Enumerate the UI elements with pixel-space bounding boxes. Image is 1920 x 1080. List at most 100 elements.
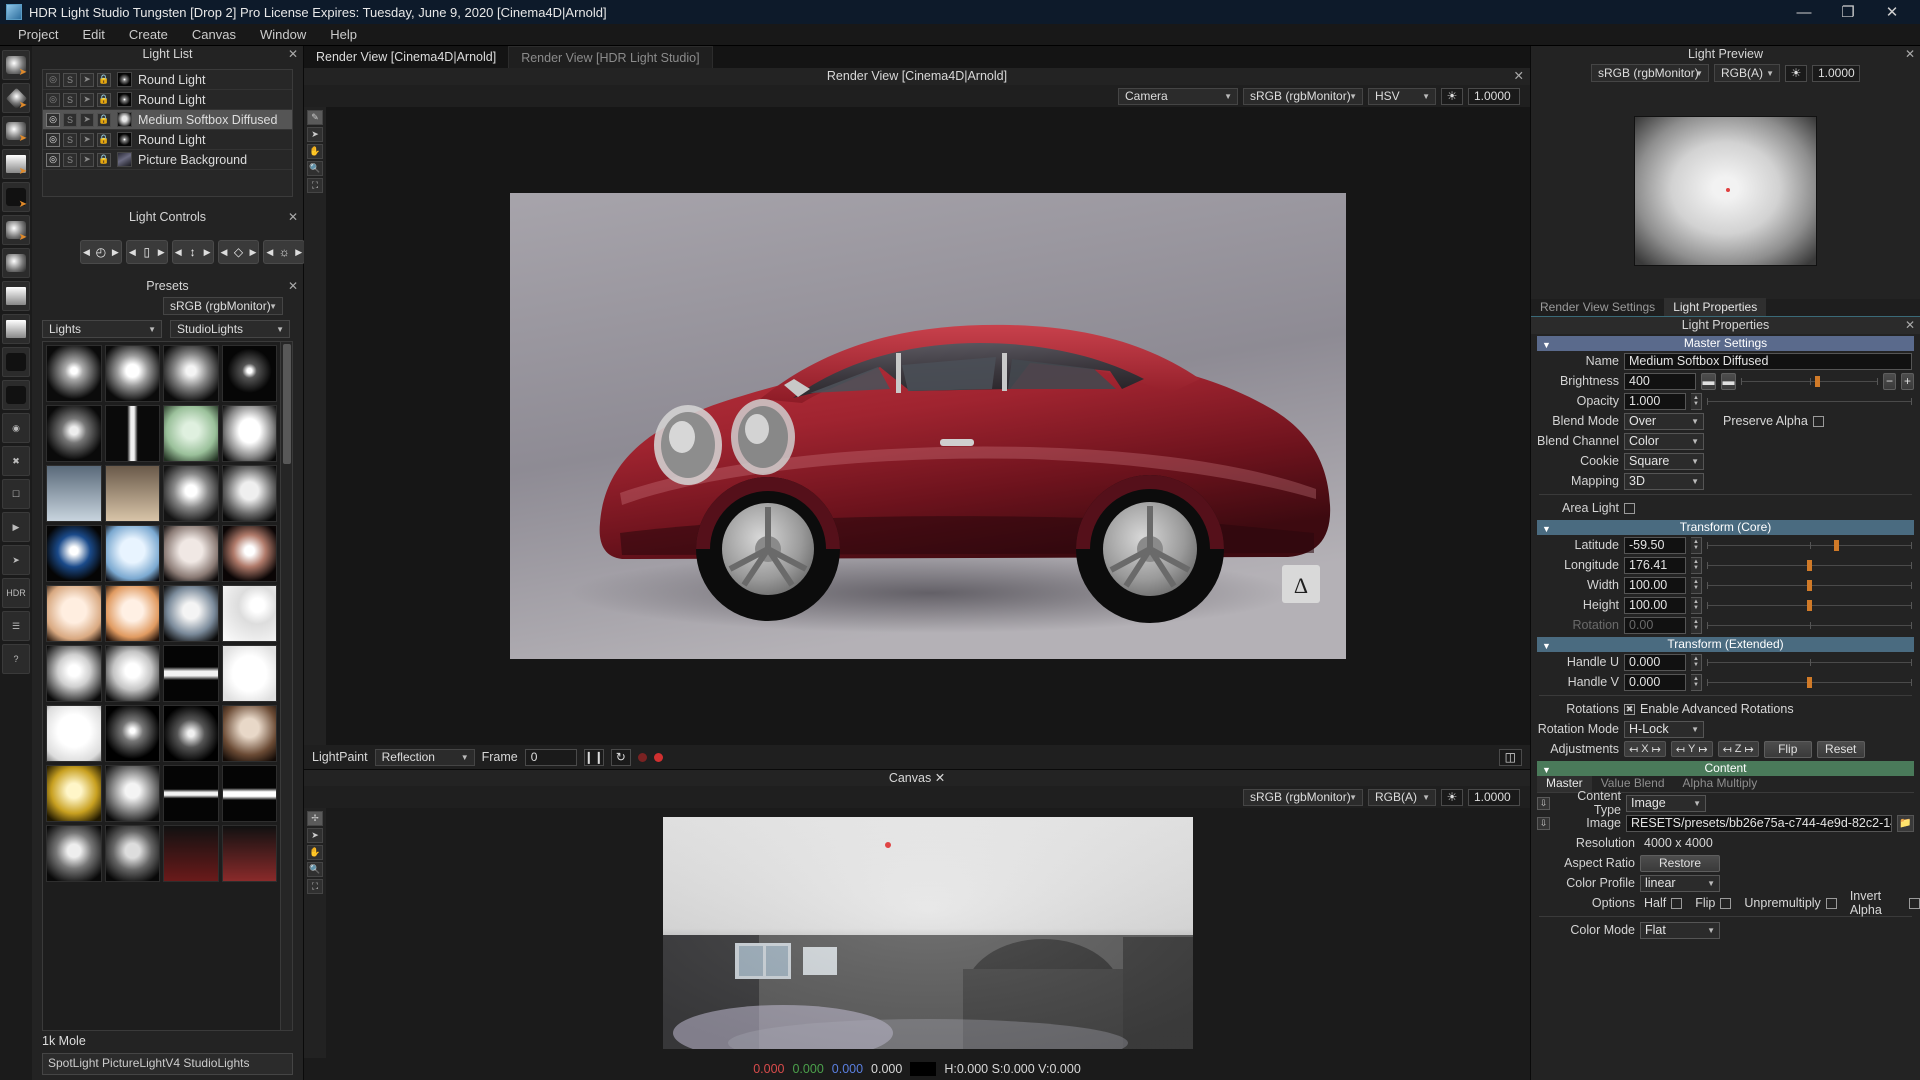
preset-item[interactable] (221, 705, 277, 762)
light-preview-close-icon[interactable]: ✕ (1905, 46, 1915, 63)
preset-item[interactable] (221, 765, 277, 822)
lock-icon[interactable]: 🔒 (97, 92, 111, 107)
longitude-slider[interactable] (1707, 557, 1912, 574)
preset-item[interactable] (163, 585, 219, 642)
lock-icon[interactable]: 🔒 (97, 152, 111, 167)
area-light-checkbox[interactable] (1624, 502, 1635, 514)
preset-item[interactable] (46, 705, 102, 762)
add-round-light-icon[interactable]: ➤ (2, 50, 30, 80)
preset-item[interactable] (221, 825, 277, 882)
menu-item-project[interactable]: Project (6, 24, 70, 46)
preset-item[interactable] (46, 465, 102, 522)
tab-content-alpha-multiply[interactable]: Alpha Multiply (1674, 775, 1767, 792)
restore-button[interactable]: Restore (1640, 854, 1720, 872)
canvas-fit-tool-icon[interactable]: ⛶ (307, 879, 323, 894)
tab-render-view-cinema4d[interactable]: Render View [Cinema4D|Arnold] (304, 46, 508, 68)
canvas-exposure-icon[interactable]: ☀ (1441, 788, 1463, 806)
width-control-button[interactable]: ◀ ▯ ▶ (125, 240, 168, 264)
canvas-close-icon[interactable]: ✕ (935, 771, 945, 785)
maximize-icon[interactable]: ❐ (1826, 0, 1870, 24)
latitude-input[interactable]: -59.50 (1624, 536, 1686, 554)
section-transform-extended[interactable]: ▼ Transform (Extended) (1537, 637, 1914, 652)
add-strip-light-icon[interactable] (2, 281, 30, 311)
presets-close-icon[interactable]: ✕ (288, 278, 298, 295)
power-icon[interactable]: ◎ (46, 92, 60, 107)
preset-item[interactable] (46, 405, 102, 462)
handle-v-slider[interactable] (1707, 674, 1912, 691)
fit-tool-icon[interactable]: ⛶ (307, 178, 323, 193)
preset-item[interactable] (46, 825, 102, 882)
target-icon[interactable]: ◉ (2, 413, 30, 443)
power-icon[interactable]: ◎ (46, 152, 60, 167)
render-viewport[interactable]: ∆ (326, 107, 1530, 745)
add-glow-light-icon[interactable] (2, 248, 30, 278)
menu-item-window[interactable]: Window (248, 24, 318, 46)
preset-item[interactable] (104, 345, 160, 402)
section-master-settings[interactable]: ▼ Master Settings (1537, 336, 1914, 351)
add-pattern-light-icon[interactable]: ➤ (2, 182, 30, 212)
width-slider[interactable] (1707, 577, 1912, 594)
option-half-checkbox[interactable] (1671, 897, 1683, 909)
blend-mode-dropdown[interactable]: Over ▼ (1624, 412, 1704, 430)
preset-item[interactable] (163, 705, 219, 762)
latitude-stepper[interactable]: ▲ ▼ (1691, 536, 1702, 554)
render-view-close-icon[interactable]: ✕ (1514, 68, 1524, 85)
preset-item[interactable] (46, 645, 102, 702)
brightness-control-button[interactable]: ◀ ☼ ▶ (263, 240, 306, 264)
brightness-plus-icon[interactable]: + (1901, 372, 1914, 390)
select-icon[interactable]: ➤ (80, 92, 94, 107)
adjust-x-button[interactable]: ↤ X ↦ (1624, 741, 1666, 757)
preview-channel-dropdown[interactable]: RGB(A) ▼ (1714, 64, 1780, 82)
preset-item[interactable] (163, 825, 219, 882)
mapping-dropdown[interactable]: 3D ▼ (1624, 472, 1704, 490)
lock-icon[interactable]: 🔒 (97, 72, 111, 87)
hdr-icon[interactable]: HDR (2, 578, 30, 608)
help-icon[interactable]: ? (2, 644, 30, 674)
refresh-icon[interactable]: ↻ (610, 748, 631, 766)
lightpaint-mode-dropdown[interactable]: Reflection ▼ (374, 748, 475, 766)
power-icon[interactable]: ◎ (46, 72, 60, 87)
preset-item[interactable] (221, 465, 277, 522)
light-preview-image[interactable] (1634, 116, 1817, 266)
preset-item[interactable] (221, 585, 277, 642)
preset-item[interactable] (163, 525, 219, 582)
grid-icon[interactable] (2, 380, 30, 410)
brightness-slider[interactable] (1741, 373, 1878, 390)
exposure-icon[interactable]: ☀ (1441, 87, 1463, 105)
canvas-select-tool-icon[interactable]: ➤ (307, 828, 323, 843)
light-list-close-icon[interactable]: ✕ (288, 46, 298, 63)
reset-button[interactable]: Reset (1816, 740, 1865, 758)
name-input[interactable]: Medium Softbox Diffused (1624, 352, 1912, 370)
light-list-row-2[interactable]: ◎ S ➤ 🔒 Medium Softbox Diffused (43, 110, 292, 130)
pan-tool-icon[interactable]: ✋ (307, 144, 323, 159)
add-soft-light-icon[interactable]: ➤ (2, 116, 30, 146)
preset-item[interactable] (163, 345, 219, 402)
preset-item[interactable] (163, 405, 219, 462)
menu-item-edit[interactable]: Edit (70, 24, 116, 46)
camera-dropdown[interactable]: Camera ▼ (1118, 87, 1238, 105)
power-icon[interactable]: ◎ (46, 112, 60, 127)
handle-u-slider[interactable] (1707, 654, 1912, 671)
canvas-pan-tool-icon[interactable]: ✋ (307, 845, 323, 860)
preset-item[interactable] (104, 465, 160, 522)
duplicate-icon[interactable]: ☐ (2, 479, 30, 509)
content-type-dropdown[interactable]: Image ▼ (1626, 794, 1706, 812)
close-icon[interactable]: ✕ (1870, 0, 1914, 24)
preset-item[interactable] (46, 525, 102, 582)
preset-item[interactable] (163, 465, 219, 522)
brightness-input[interactable]: 400 (1624, 372, 1696, 390)
preset-item[interactable] (163, 765, 219, 822)
width-stepper[interactable]: ▲ ▼ (1691, 576, 1702, 594)
canvas-move-tool-icon[interactable]: ✢ (307, 811, 323, 826)
library-icon[interactable]: ☰ (2, 611, 30, 641)
solo-icon[interactable]: S (63, 72, 77, 87)
preset-item[interactable] (221, 525, 277, 582)
preset-item[interactable] (221, 345, 277, 402)
scrollbar-thumb[interactable] (283, 344, 291, 464)
light-list-row-4[interactable]: ◎ S ➤ 🔒 Picture Background (43, 150, 292, 170)
image-path-input[interactable]: RESETS/presets/bb26e75a-c744-4e9d-82c2-1… (1626, 814, 1892, 832)
brightness-decrease-icon[interactable]: ▬ (1701, 372, 1716, 390)
color-profile-dropdown[interactable]: linear ▼ (1640, 874, 1720, 892)
add-gradient-icon[interactable] (2, 314, 30, 344)
handle-u-input[interactable]: 0.000 (1624, 653, 1686, 671)
